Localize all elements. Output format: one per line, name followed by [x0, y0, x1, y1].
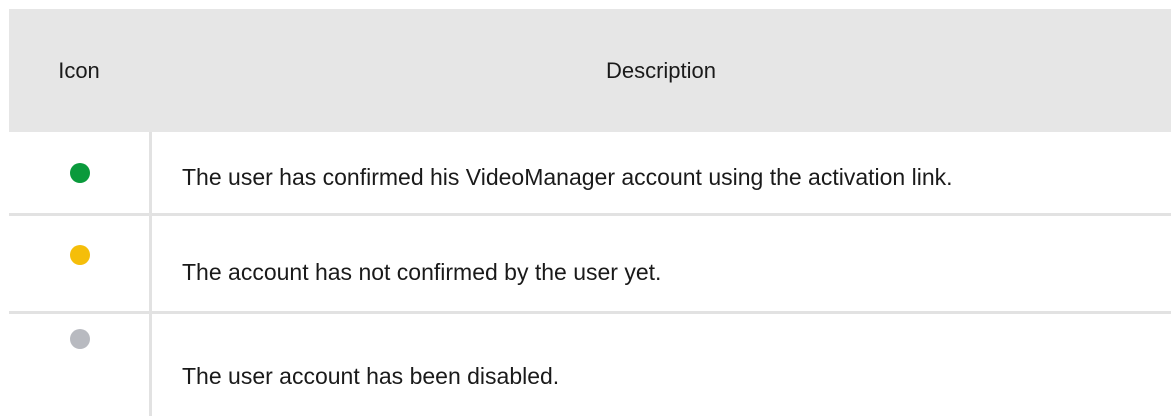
row-description: The user account has been disabled. [182, 363, 560, 389]
table-row: The user has confirmed his VideoManager … [9, 132, 1171, 213]
table-row: The user account has been disabled. [9, 314, 1171, 416]
table-header: Icon Description [9, 9, 1171, 132]
header-description: Description [605, 57, 717, 83]
row-description: The account has not confirmed by the use… [182, 259, 662, 285]
table-row: The account has not confirmed by the use… [9, 216, 1171, 311]
yellow-status-dot-icon [70, 245, 90, 265]
status-icon-table: Icon Description The user has confirmed … [9, 9, 1171, 416]
green-status-dot-icon [70, 163, 90, 183]
grey-status-dot-icon [70, 329, 90, 349]
row-description: The user has confirmed his VideoManager … [182, 164, 953, 190]
header-icon: Icon [58, 57, 100, 83]
